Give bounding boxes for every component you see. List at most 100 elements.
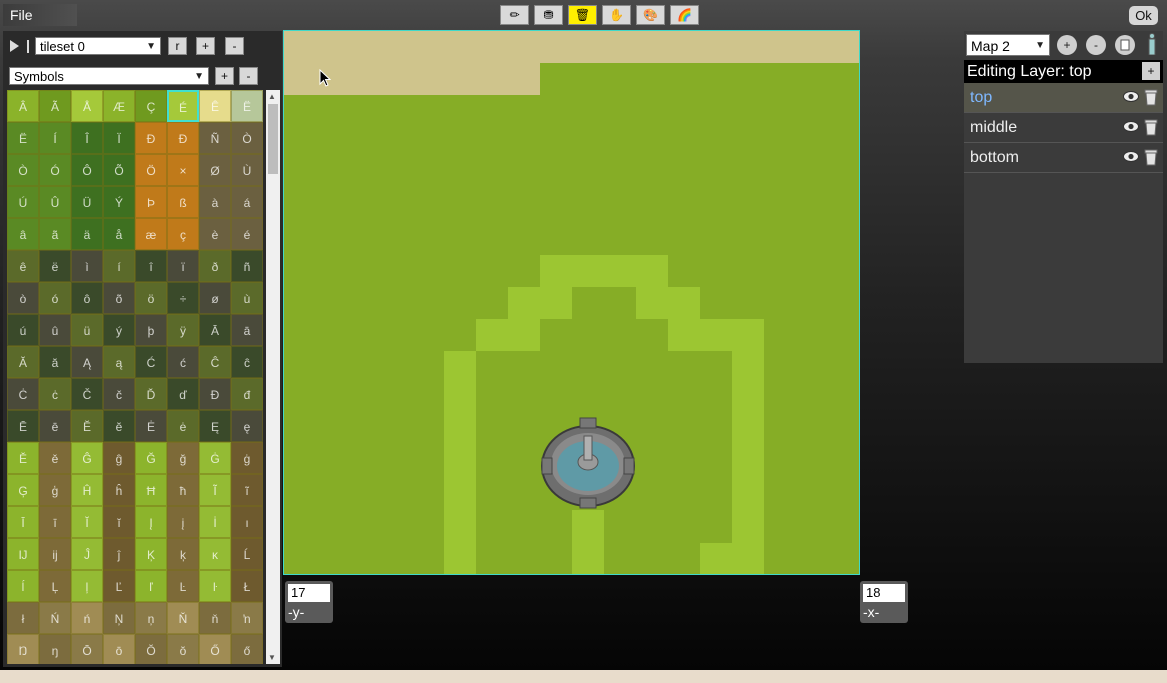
trash-icon[interactable] — [1144, 89, 1158, 106]
tileset-tile[interactable]: ė — [167, 410, 199, 442]
tileset-tile[interactable]: É — [167, 90, 199, 122]
tileset-tile[interactable]: Ñ — [199, 122, 231, 154]
tileset-tile[interactable]: Ă — [7, 346, 39, 378]
tileset-tile[interactable]: Ü — [71, 186, 103, 218]
tileset-tile[interactable]: ý — [103, 314, 135, 346]
tileset-tile[interactable]: ù — [231, 282, 263, 314]
trash-icon[interactable] — [1144, 149, 1158, 166]
tileset-tile[interactable]: ò — [7, 282, 39, 314]
tileset-tile[interactable]: ě — [39, 442, 71, 474]
tileset-tile[interactable]: Ę — [199, 410, 231, 442]
info-icon[interactable] — [1146, 33, 1158, 55]
tileset-tile[interactable]: Ù — [231, 154, 263, 186]
layer-item-middle[interactable]: middle — [964, 113, 1163, 143]
tileset-tile[interactable]: ē — [39, 410, 71, 442]
tileset-tile[interactable]: ĩ — [231, 474, 263, 506]
tileset-tile[interactable]: Õ — [103, 154, 135, 186]
tileset-tile[interactable]: ħ — [167, 474, 199, 506]
tileset-tile[interactable]: ı — [231, 506, 263, 538]
tileset-tile[interactable]: Ľ — [103, 570, 135, 602]
tileset-tile[interactable]: Į — [135, 506, 167, 538]
tileset-tile[interactable]: Ċ — [7, 378, 39, 410]
tileset-tile[interactable]: Ĵ — [71, 538, 103, 570]
tileset-tile[interactable]: Ë — [7, 122, 39, 154]
tileset-tile[interactable]: Ï — [103, 122, 135, 154]
tileset-tile[interactable]: Ć — [135, 346, 167, 378]
add-layer-button[interactable]: + — [1142, 62, 1160, 80]
tileset-tile[interactable]: ō — [103, 634, 135, 664]
tileset-tile[interactable]: í — [103, 250, 135, 282]
tileset-tile[interactable]: Ú — [7, 186, 39, 218]
tileset-tile[interactable]: Ø — [199, 154, 231, 186]
tileset-tile[interactable]: þ — [135, 314, 167, 346]
tileset-tile[interactable]: Ġ — [199, 442, 231, 474]
copy-map-icon[interactable] — [1115, 35, 1135, 55]
tileset-tile[interactable]: ń — [71, 602, 103, 634]
tileset-tile[interactable]: Ô — [71, 154, 103, 186]
tileset-tile[interactable]: ú — [7, 314, 39, 346]
tileset-tile[interactable]: Ī — [7, 506, 39, 538]
tileset-tile[interactable]: Ł — [231, 570, 263, 602]
tileset-tile[interactable]: ó — [39, 282, 71, 314]
tileset-tile[interactable]: Ķ — [135, 538, 167, 570]
tileset-tile[interactable]: ç — [167, 218, 199, 250]
tileset-tile[interactable]: õ — [103, 282, 135, 314]
tileset-tile[interactable]: Æ — [103, 90, 135, 122]
tileset-tile[interactable]: ę — [231, 410, 263, 442]
tileset-tile[interactable]: Ō — [71, 634, 103, 664]
tileset-tile[interactable]: Ŏ — [135, 634, 167, 664]
tileset-tile[interactable]: Â — [7, 90, 39, 122]
tileset-tile[interactable]: æ — [135, 218, 167, 250]
tileset-tile[interactable]: Ò — [7, 154, 39, 186]
palette-tool-button[interactable]: 🎨 — [636, 5, 665, 25]
tileset-tile[interactable]: Ĕ — [71, 410, 103, 442]
tileset-tile[interactable]: Ë — [231, 90, 263, 122]
tileset-tile[interactable]: Ņ — [103, 602, 135, 634]
tileset-tile[interactable]: ÷ — [167, 282, 199, 314]
tileset-tile[interactable]: Ā — [199, 314, 231, 346]
scroll-up-icon[interactable]: ▲ — [268, 92, 276, 101]
tileset-tile[interactable]: Ĳ — [7, 538, 39, 570]
tileset-tile[interactable]: Ń — [39, 602, 71, 634]
tileset-tile[interactable]: Ĝ — [71, 442, 103, 474]
tileset-tile[interactable]: Ē — [7, 410, 39, 442]
tileset-tile[interactable]: Ĥ — [71, 474, 103, 506]
tileset-tile[interactable]: ĺ — [7, 570, 39, 602]
tileset-tile[interactable]: ß — [167, 186, 199, 218]
tileset-tile[interactable]: ñ — [231, 250, 263, 282]
stamp-tool-button[interactable]: ⛃ — [534, 5, 563, 25]
add-map-button[interactable]: + — [1057, 35, 1077, 55]
tileset-tile[interactable]: Ö — [135, 154, 167, 186]
tileset-tile[interactable]: Ŀ — [167, 570, 199, 602]
tileset-tile[interactable]: ö — [135, 282, 167, 314]
tileset-tile[interactable]: î — [135, 250, 167, 282]
tileset-tile[interactable]: Ğ — [135, 442, 167, 474]
eye-icon[interactable] — [1123, 121, 1139, 132]
eye-icon[interactable] — [1123, 91, 1139, 102]
tileset-tile[interactable]: â — [7, 218, 39, 250]
category-select[interactable]: Symbols ▼ — [9, 67, 209, 85]
tileset-tile[interactable]: ġ — [231, 442, 263, 474]
tileset-tile[interactable]: Ó — [39, 154, 71, 186]
map-select[interactable]: Map 2 ▼ — [966, 34, 1050, 56]
tileset-tile[interactable]: ô — [71, 282, 103, 314]
scroll-thumb[interactable] — [268, 104, 278, 174]
map-canvas[interactable] — [283, 30, 860, 575]
y-coordinate-input[interactable]: 17 — [288, 584, 330, 602]
remove-map-button[interactable]: - — [1086, 35, 1106, 55]
tileset-tile[interactable]: Ģ — [7, 474, 39, 506]
tileset-tile[interactable]: ő — [231, 634, 263, 664]
x-coordinate-input[interactable]: 18 — [863, 584, 905, 602]
tileset-tile[interactable]: ÿ — [167, 314, 199, 346]
tileset-tile[interactable]: á — [231, 186, 263, 218]
tileset-tile[interactable]: Ð — [167, 122, 199, 154]
tileset-tile[interactable]: Û — [39, 186, 71, 218]
tileset-tile[interactable]: ï — [167, 250, 199, 282]
tileset-tile[interactable]: ð — [199, 250, 231, 282]
tileset-tile[interactable]: ī — [39, 506, 71, 538]
tileset-tile[interactable]: ŉ — [231, 602, 263, 634]
tileset-tile[interactable]: Î — [71, 122, 103, 154]
layer-item-bottom[interactable]: bottom — [964, 143, 1163, 173]
tileset-tile[interactable]: ă — [39, 346, 71, 378]
tileset-tile[interactable]: ņ — [135, 602, 167, 634]
